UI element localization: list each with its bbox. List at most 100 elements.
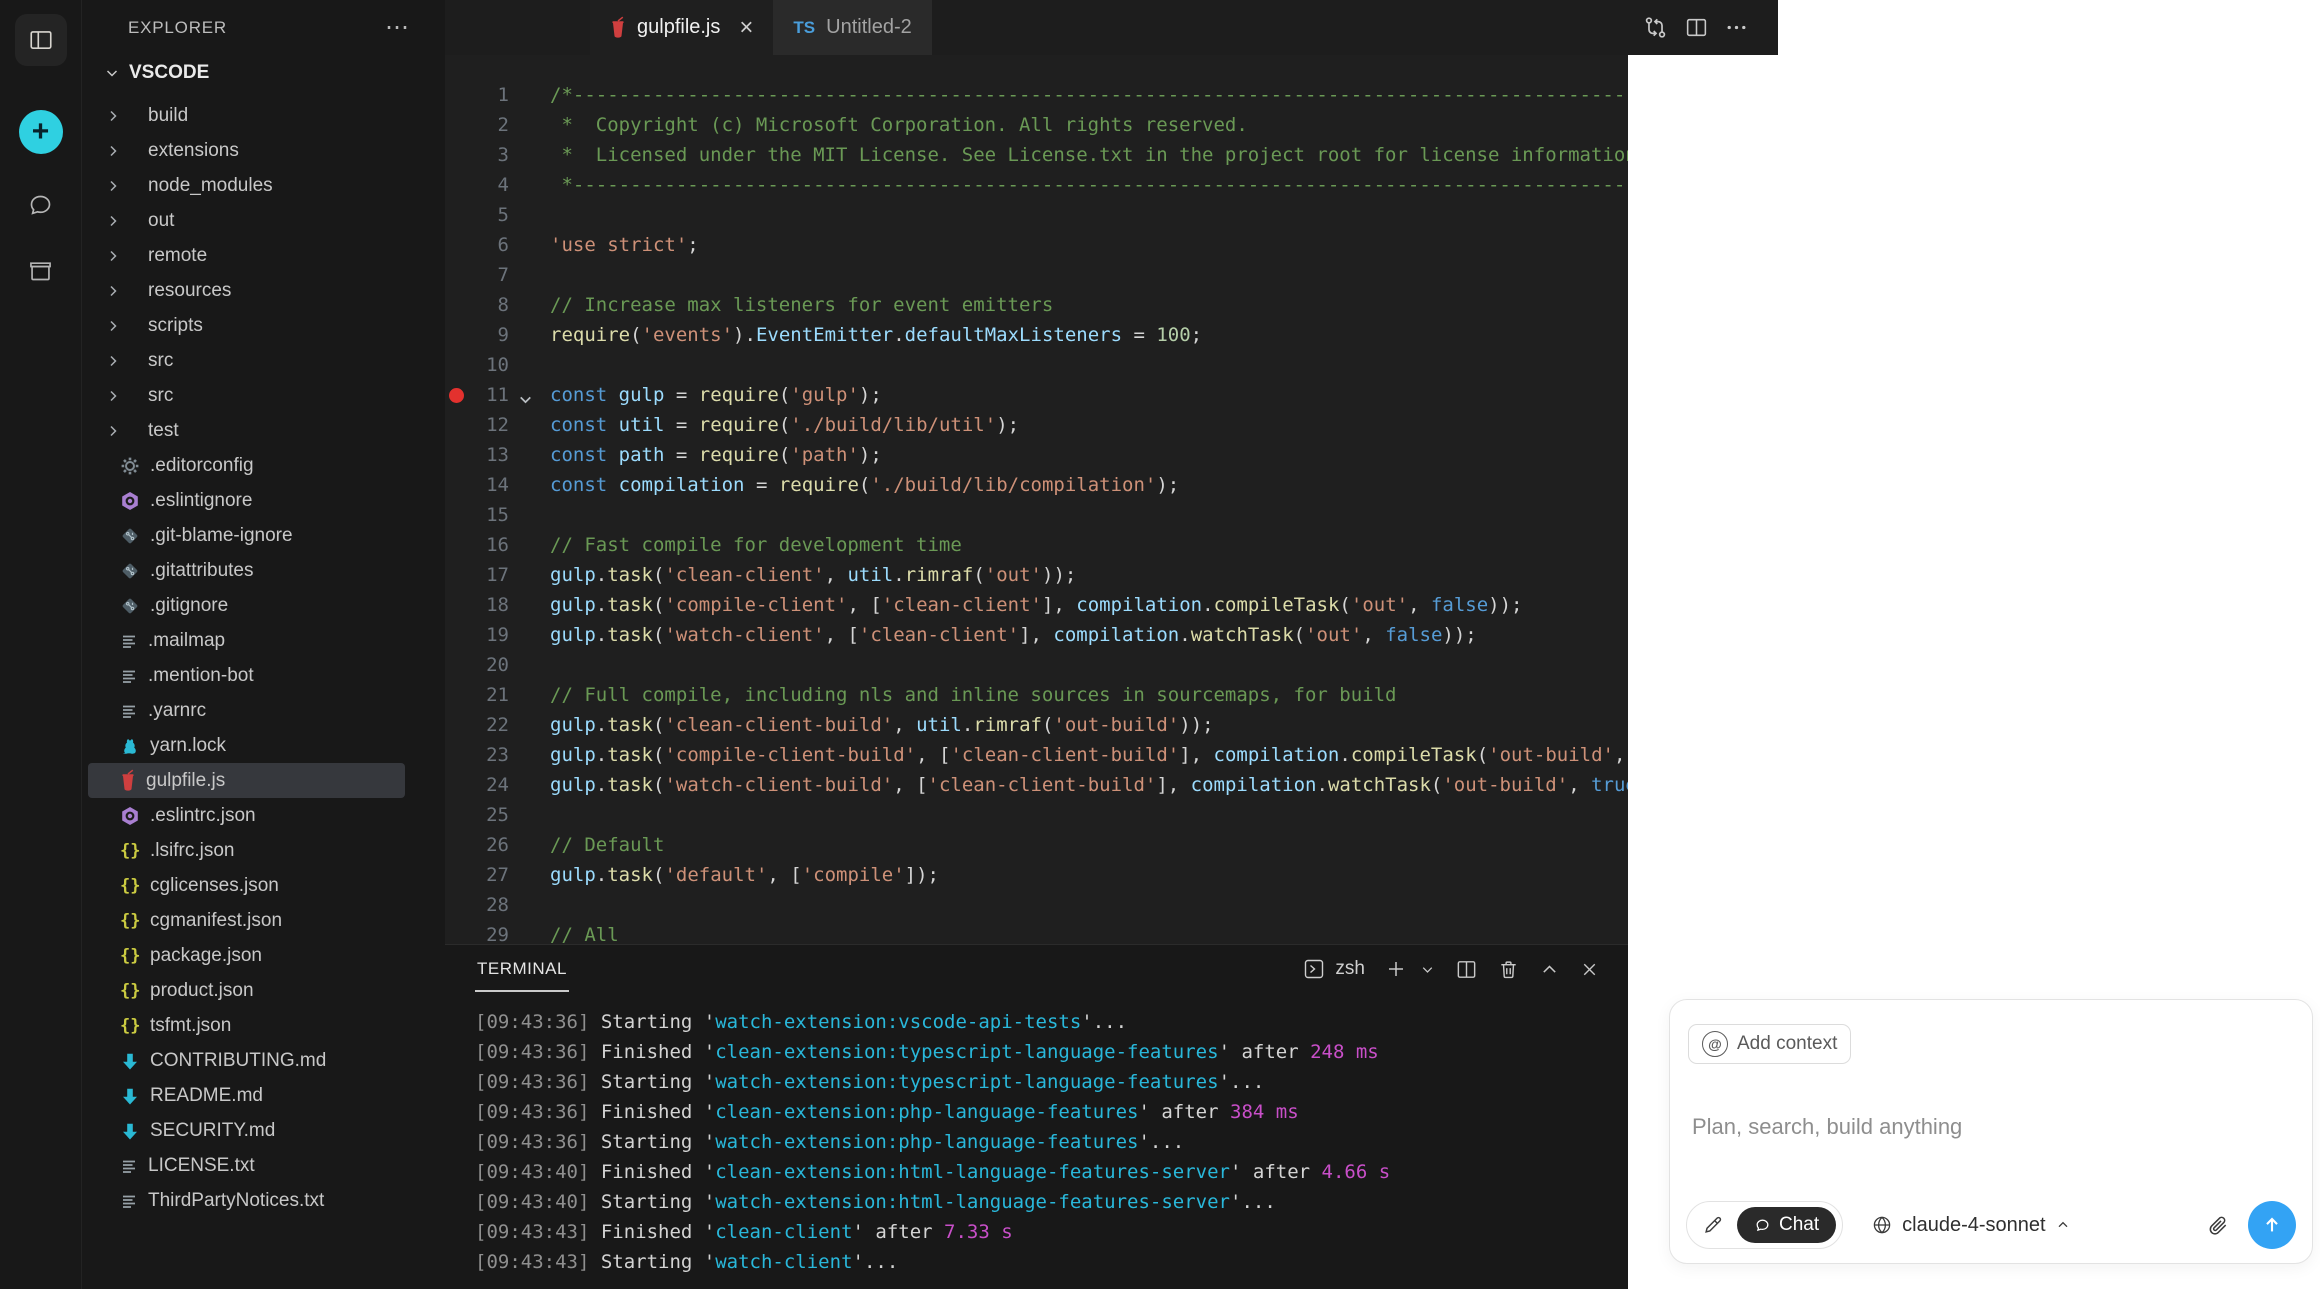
tree-folder-remote[interactable]: remote: [88, 238, 405, 273]
code-text: const gulp = require('gulp');: [550, 380, 1628, 410]
tree-file-SECURITY.md[interactable]: SECURITY.md: [88, 1113, 405, 1148]
tree-folder-build[interactable]: build: [88, 98, 405, 133]
tree-item-label: .mailmap: [148, 630, 225, 652]
terminal-tab[interactable]: TERMINAL: [475, 959, 569, 979]
chat-toolbar: Chat claude-4-sonnet: [1686, 1201, 2296, 1249]
code-line: 10: [445, 350, 1628, 380]
send-button[interactable]: [2248, 1201, 2296, 1249]
chat-input[interactable]: Plan, search, build anything: [1692, 1114, 2294, 1140]
tree-file-product.json[interactable]: {}product.json: [88, 973, 405, 1008]
tree-file-.git-blame-ignore[interactable]: .git-blame-ignore: [88, 518, 405, 553]
model-name: claude-4-sonnet: [1902, 1214, 2045, 1237]
tree-file-CONTRIBUTING.md[interactable]: CONTRIBUTING.md: [88, 1043, 405, 1078]
chat-panel: @ Add context Plan, search, build anythi…: [1628, 0, 2320, 1289]
archive-button[interactable]: [27, 257, 54, 284]
line-number: 10: [467, 350, 509, 380]
maximize-panel-button[interactable]: [1539, 959, 1560, 980]
code-line: 3 * Licensed under the MIT License. See …: [445, 140, 1628, 170]
add-context-chip[interactable]: @ Add context: [1688, 1024, 1851, 1064]
line-number: 1: [467, 80, 509, 110]
gutter: 5: [445, 200, 550, 230]
tree-folder-node_modules[interactable]: node_modules: [88, 168, 405, 203]
tree-item-label: cglicenses.json: [150, 875, 279, 897]
terminal-line: [09:43:40] Starting 'watch-extension:htm…: [445, 1187, 1628, 1217]
pen-icon[interactable]: [1702, 1214, 1724, 1236]
mode-selector[interactable]: Chat: [1686, 1201, 1843, 1249]
explorer-sidebar: EXPLORER ⋯ VSCODE buildextensionsnode_mo…: [82, 0, 445, 1289]
close-tab-icon[interactable]: ×: [739, 14, 753, 42]
tree-file-.gitattributes[interactable]: .gitattributes: [88, 553, 405, 588]
root-folder-label: VSCODE: [129, 62, 209, 84]
split-terminal-button[interactable]: [1455, 958, 1478, 981]
tree-file-cglicenses.json[interactable]: {}cglicenses.json: [88, 868, 405, 903]
tree-folder-out[interactable]: out: [88, 203, 405, 238]
tree-item-label: tsfmt.json: [150, 1015, 231, 1037]
terminal-shell-selector[interactable]: zsh: [1302, 957, 1365, 981]
tree-file-.eslintrc.json[interactable]: .eslintrc.json: [88, 798, 405, 833]
tree-folder-src[interactable]: src: [88, 378, 405, 413]
code-text: gulp.task('default', ['compile']);: [550, 860, 1628, 890]
new-terminal-button[interactable]: [1384, 957, 1408, 981]
tree-root-vscode[interactable]: VSCODE: [82, 55, 445, 90]
tree-file-.mailmap[interactable]: .mailmap: [88, 623, 405, 658]
terminal-dropdown-chevron-icon[interactable]: [1419, 961, 1436, 978]
tree-folder-resources[interactable]: resources: [88, 273, 405, 308]
tree-item-label: .mention-bot: [148, 665, 254, 687]
toggle-sidebar-button[interactable]: [15, 14, 67, 66]
terminal-panel[interactable]: TERMINAL zsh: [445, 944, 1628, 1289]
code-text: [550, 500, 1628, 530]
code-editor[interactable]: 1/*-------------------------------------…: [445, 55, 1628, 944]
tree-file-.editorconfig[interactable]: .editorconfig: [88, 448, 405, 483]
kill-terminal-button[interactable]: [1497, 958, 1520, 981]
tree-file-gulpfile.js[interactable]: gulpfile.js: [88, 763, 405, 798]
tree-file-.eslintignore[interactable]: .eslintignore: [88, 483, 405, 518]
tree-folder-src[interactable]: src: [88, 343, 405, 378]
attach-file-button[interactable]: [2207, 1214, 2230, 1237]
chat-history-button[interactable]: [27, 192, 54, 219]
model-selector[interactable]: claude-4-sonnet: [1871, 1214, 2070, 1237]
line-number: 5: [467, 200, 509, 230]
tree-item-label: out: [148, 210, 174, 232]
editor-more-actions-icon[interactable]: [1724, 15, 1749, 40]
tree-file-LICENSE.txt[interactable]: LICENSE.txt: [88, 1148, 405, 1183]
line-number: 9: [467, 320, 509, 350]
tree-file-README.md[interactable]: README.md: [88, 1078, 405, 1113]
md-icon: [120, 1121, 140, 1141]
tree-item-label: resources: [148, 280, 231, 302]
chat-mode-pill[interactable]: Chat: [1737, 1207, 1836, 1243]
tree-folder-extensions[interactable]: extensions: [88, 133, 405, 168]
code-line: 20: [445, 650, 1628, 680]
tab-gulpfile.js[interactable]: gulpfile.js×: [590, 0, 773, 55]
tree-file-package.json[interactable]: {}package.json: [88, 938, 405, 973]
terminal-line: [09:43:36] Finished 'clean-extension:typ…: [445, 1037, 1628, 1067]
close-panel-button[interactable]: [1579, 959, 1600, 980]
code-line: 22gulp.task('clean-client-build', util.r…: [445, 710, 1628, 740]
git-icon: [120, 596, 140, 616]
json-braces-icon: {}: [120, 981, 140, 1001]
chevron-down-icon: [104, 65, 120, 81]
gutter: 4: [445, 170, 550, 200]
tree-file-.mention-bot[interactable]: .mention-bot: [88, 658, 405, 693]
tree-item-label: gulpfile.js: [146, 770, 225, 792]
tree-file-.yarnrc[interactable]: .yarnrc: [88, 693, 405, 728]
split-editor-button[interactable]: [1684, 15, 1709, 40]
tree-item-label: src: [148, 385, 173, 407]
line-number: 21: [467, 680, 509, 710]
line-number: 8: [467, 290, 509, 320]
tab-Untitled-2[interactable]: TSUntitled-2: [773, 0, 931, 55]
compare-changes-button[interactable]: [1642, 14, 1669, 41]
explorer-more-actions-icon[interactable]: ⋯: [385, 23, 411, 33]
tree-folder-scripts[interactable]: scripts: [88, 308, 405, 343]
tree-file-tsfmt.json[interactable]: {}tsfmt.json: [88, 1008, 405, 1043]
tree-folder-test[interactable]: test: [88, 413, 405, 448]
new-chat-button[interactable]: +: [19, 110, 63, 154]
tree-file-cgmanifest.json[interactable]: {}cgmanifest.json: [88, 903, 405, 938]
tree-file-.lsifrc.json[interactable]: {}.lsifrc.json: [88, 833, 405, 868]
tree-item-label: test: [148, 420, 179, 442]
tree-file-.gitignore[interactable]: .gitignore: [88, 588, 405, 623]
tree-file-ThirdPartyNotices.txt[interactable]: ThirdPartyNotices.txt: [88, 1183, 405, 1218]
tree-file-yarn.lock[interactable]: yarn.lock: [88, 728, 405, 763]
activity-bar: +: [0, 0, 82, 1289]
tab-strip: gulpfile.js×TSUntitled-2: [590, 0, 932, 55]
code-text: * Copyright (c) Microsoft Corporation. A…: [550, 110, 1628, 140]
